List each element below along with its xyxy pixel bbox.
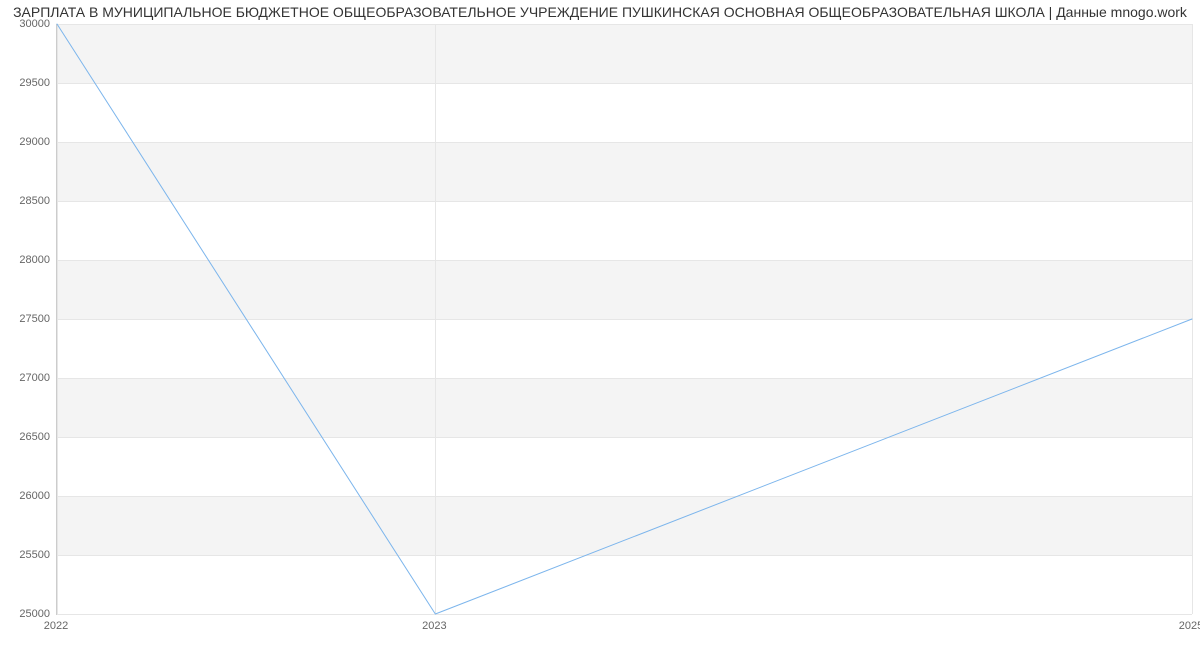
x-tick-label: 2022	[44, 620, 68, 632]
y-tick-label: 28500	[6, 195, 50, 207]
y-tick-label: 27500	[6, 313, 50, 325]
y-tick-label: 25000	[6, 608, 50, 620]
series-line	[57, 24, 1192, 614]
y-tick-label: 28000	[6, 254, 50, 266]
chart-title: ЗАРПЛАТА В МУНИЦИПАЛЬНОЕ БЮДЖЕТНОЕ ОБЩЕО…	[0, 4, 1200, 20]
y-tick-label: 29500	[6, 77, 50, 89]
y-tick-label: 26500	[6, 431, 50, 443]
chart-container: ЗАРПЛАТА В МУНИЦИПАЛЬНОЕ БЮДЖЕТНОЕ ОБЩЕО…	[0, 0, 1200, 650]
x-tick-label: 2025	[1179, 620, 1200, 632]
x-tick-label: 2023	[422, 620, 446, 632]
y-tick-label: 26000	[6, 490, 50, 502]
series-line-layer	[57, 24, 1192, 614]
grid-line-horizontal	[57, 614, 1192, 615]
y-tick-label: 25500	[6, 549, 50, 561]
y-tick-label: 29000	[6, 136, 50, 148]
plot-area	[56, 24, 1192, 615]
y-tick-label: 30000	[6, 18, 50, 30]
y-tick-label: 27000	[6, 372, 50, 384]
